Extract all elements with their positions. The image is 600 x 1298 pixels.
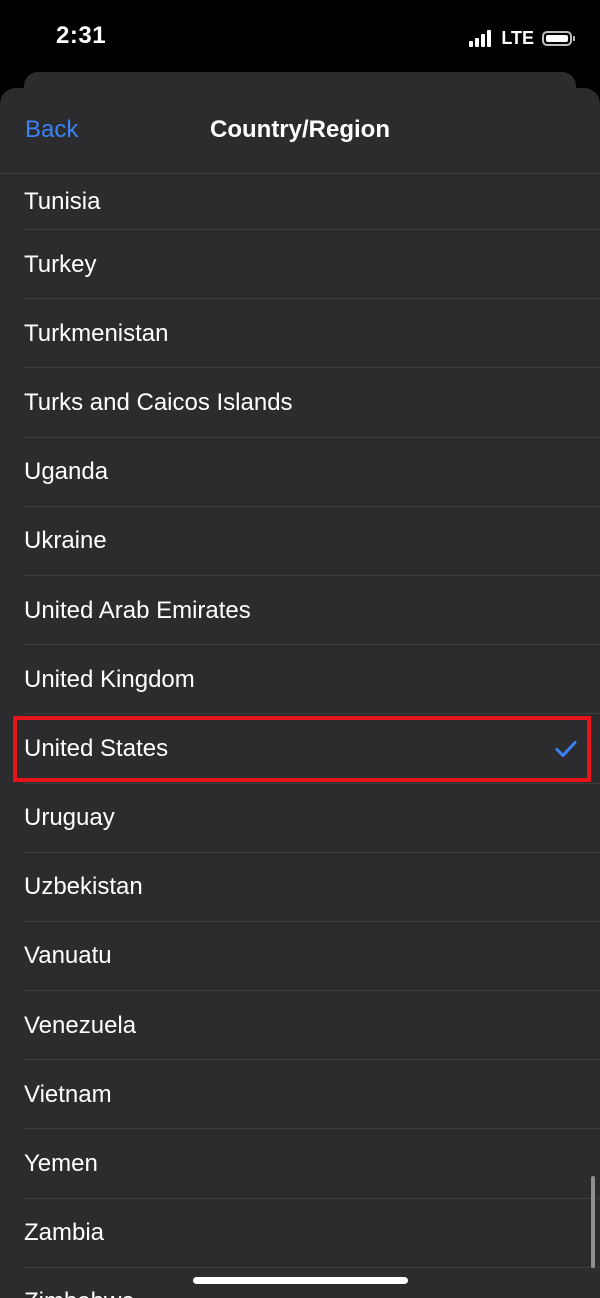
country-label: Uganda: [24, 458, 109, 486]
list-item[interactable]: Turks and Caicos Islands: [0, 368, 600, 438]
list-item[interactable]: United Kingdom: [0, 645, 600, 715]
list-item[interactable]: Uzbekistan: [0, 853, 600, 922]
status-time: 2:31: [56, 22, 107, 49]
navigation-bar: Back Country/Region: [0, 88, 600, 174]
country-region-sheet: Back Country/Region Tunisia Turkey Turkmen…: [0, 88, 600, 1298]
battery-icon: [542, 30, 575, 46]
list-item[interactable]: Uganda: [0, 438, 600, 507]
country-label: Uzbekistan: [24, 873, 143, 901]
list-item[interactable]: Venezuela: [0, 991, 600, 1061]
country-label: Vanuatu: [24, 942, 112, 970]
list-item[interactable]: Uruguay: [0, 784, 600, 853]
country-label: Zimbabwe: [24, 1288, 135, 1298]
list-item[interactable]: United Arab Emirates: [0, 576, 600, 646]
country-label: Venezuela: [24, 1011, 137, 1039]
list-item[interactable]: Vietnam: [0, 1060, 600, 1130]
country-label: Vietnam: [24, 1080, 112, 1108]
list-item[interactable]: Yemen: [0, 1129, 600, 1199]
country-label: United States: [24, 734, 169, 762]
status-bar: 2:31 LTE: [0, 0, 600, 78]
network-label: LTE: [501, 27, 534, 48]
country-label: Zambia: [24, 1219, 105, 1247]
country-label: Yemen: [24, 1150, 98, 1178]
country-label: Uruguay: [24, 804, 115, 832]
list-item[interactable]: Tunisia: [0, 174, 600, 230]
list-item[interactable]: Turkey: [0, 230, 600, 300]
country-label: Turkey: [24, 250, 97, 278]
signal-icon: [469, 29, 493, 47]
list-item[interactable]: Ukraine: [0, 507, 600, 576]
list-item[interactable]: Zambia: [0, 1199, 600, 1268]
country-label: United Arab Emirates: [24, 596, 251, 624]
screen: 2:31 LTE Back Country/Region Tunisia Turk…: [0, 0, 600, 1298]
list-item[interactable]: United States: [0, 714, 600, 784]
country-label: Turks and Caicos Islands: [24, 388, 293, 416]
checkmark-icon: [555, 740, 577, 757]
scroll-indicator[interactable]: [591, 1176, 595, 1268]
list-item[interactable]: Turkmenistan: [0, 299, 600, 369]
country-label: Turkmenistan: [24, 319, 169, 347]
list-item[interactable]: Vanuatu: [0, 922, 600, 992]
home-indicator[interactable]: [193, 1277, 408, 1284]
country-label: Tunisia: [24, 188, 101, 215]
country-label: Ukraine: [24, 527, 107, 555]
page-title: Country/Region: [210, 116, 390, 143]
status-icons: LTE: [469, 26, 575, 50]
country-list: Tunisia Turkey Turkmenistan Turks and Caico…: [0, 174, 600, 1298]
country-label: United Kingdom: [24, 665, 195, 693]
